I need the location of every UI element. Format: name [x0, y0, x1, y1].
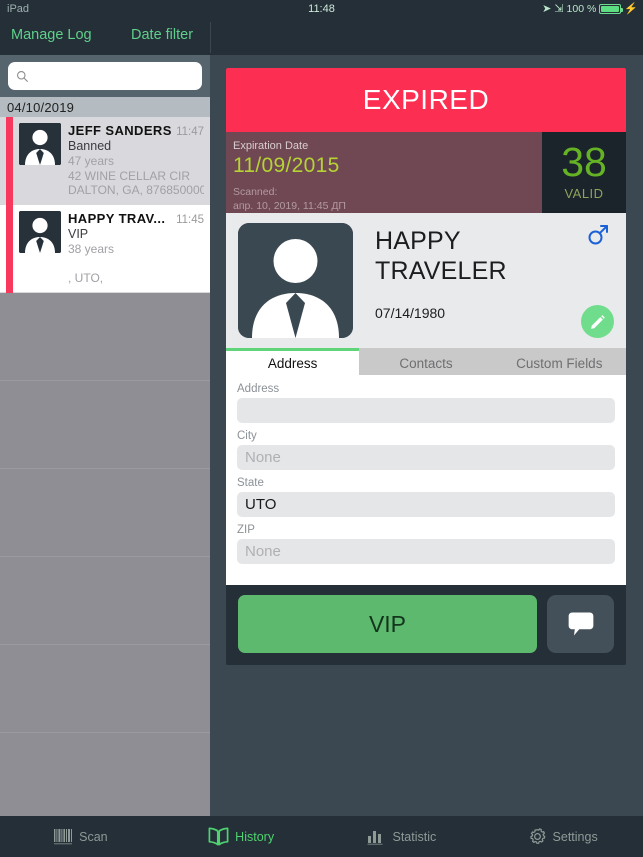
list-item-age: 47 years [68, 154, 115, 168]
male-symbol-icon [588, 225, 608, 245]
tab-scan[interactable]: Scan [0, 828, 161, 846]
list-item[interactable]: JEFF SANDERS 11:47 Banned 47 years 42 WI… [0, 117, 210, 205]
empty-list-area [0, 293, 210, 816]
empty-row [0, 469, 210, 557]
address-fields: Address City State ZIP [226, 375, 626, 585]
address-input[interactable] [237, 398, 615, 423]
tab-scan-label: Scan [79, 829, 108, 844]
valid-label: VALID [564, 185, 604, 201]
tab-statistic[interactable]: Statistic [322, 828, 483, 846]
list-item-address1 [68, 257, 204, 272]
person-photo [238, 223, 353, 338]
person-dob: 07/14/1980 [375, 305, 446, 321]
person-placeholder-icon [238, 223, 353, 338]
search-icon [17, 70, 28, 82]
app-root: iPad 11:48 ➤ ⇲ 100 % ⚡ Manage Log Date f… [0, 0, 643, 857]
nav-bar: Manage Log Date filter [0, 18, 643, 55]
nav-divider [210, 22, 211, 53]
tab-address[interactable]: Address [226, 348, 360, 375]
gear-icon [529, 828, 545, 844]
tab-history[interactable]: History [161, 827, 322, 846]
location-arrow-icon: ➤ [542, 2, 552, 15]
status-indicators: ➤ ⇲ 100 % ⚡ [542, 3, 638, 15]
person-avatar-icon [19, 210, 61, 253]
scanned-label: Scanned: [233, 186, 278, 198]
action-bar: VIP [226, 585, 626, 665]
valid-count: 38 [561, 138, 607, 185]
bottom-tab-bar: Scan History Statistic Settings [0, 816, 643, 857]
expiration-date-label: Expiration Date [233, 140, 309, 152]
tab-settings[interactable]: Settings [482, 827, 643, 846]
list-item-status: Banned [68, 139, 112, 153]
state-input[interactable] [237, 492, 615, 517]
scan-result-card: EXPIRED Expiration Date 11/09/2015 Scann… [226, 68, 626, 665]
search-box[interactable] [8, 62, 202, 90]
detail-tabs: Address Contacts Custom Fields [226, 348, 626, 375]
list-item-meta: 38 years , UTO, [68, 242, 204, 286]
date-filter-button[interactable]: Date filter [131, 27, 193, 43]
battery-icon [599, 4, 624, 14]
person-last-name: TRAVELER [375, 256, 507, 285]
avatar [19, 210, 61, 253]
status-badge: EXPIRED [226, 68, 626, 132]
tab-custom-fields[interactable]: Custom Fields [493, 348, 626, 375]
expiration-row: Expiration Date 11/09/2015 Scanned: апр.… [226, 132, 626, 213]
note-button[interactable] [547, 595, 614, 653]
person-text: HAPPY TRAVELER 07/14/1980 [375, 223, 507, 348]
vip-button[interactable]: VIP [238, 595, 537, 653]
tab-contacts[interactable]: Contacts [359, 348, 492, 375]
bar-chart-icon [367, 830, 383, 845]
manage-log-button[interactable]: Manage Log [11, 27, 92, 43]
avatar [19, 123, 61, 165]
zip-input[interactable] [237, 539, 615, 564]
list-item-address2: , UTO, [68, 271, 104, 286]
expiration-info: Expiration Date 11/09/2015 Scanned: апр.… [226, 132, 542, 213]
tab-settings-label: Settings [552, 829, 598, 844]
list-item-time: 11:47 [176, 126, 204, 138]
person-avatar-icon [19, 123, 61, 165]
list-item-name: JEFF SANDERS [68, 123, 172, 138]
empty-row [0, 557, 210, 645]
person-first-name: HAPPY [375, 227, 461, 255]
list-item-meta: 47 years 42 WINE CELLAR CIR DALTON, GA, … [68, 154, 204, 198]
edit-button[interactable] [581, 305, 614, 338]
zip-field-label: ZIP [237, 524, 255, 536]
pencil-icon [590, 314, 605, 329]
list-item-address2: DALTON, GA, 876850000 [68, 183, 204, 198]
detail-panel: EXPIRED Expiration Date 11/09/2015 Scann… [210, 55, 643, 857]
empty-row [0, 645, 210, 733]
person-header: HAPPY TRAVELER 07/14/1980 [226, 213, 626, 348]
valid-counter: 38 VALID [542, 132, 626, 213]
scanned-value: апр. 10, 2019, 11:45 ДП [233, 200, 346, 213]
tab-history-label: History [235, 829, 275, 844]
empty-row [0, 293, 210, 381]
bluetooth-icon: ⇲ [554, 2, 564, 15]
search-input[interactable] [34, 69, 194, 83]
list-item[interactable]: HAPPY TRAV... 11:45 VIP 38 years , UTO, [0, 204, 210, 293]
state-field-label: State [237, 477, 264, 489]
city-input[interactable] [237, 445, 615, 470]
status-bar: iPad 11:48 ➤ ⇲ 100 % ⚡ [0, 0, 643, 18]
barcode-icon [54, 828, 73, 844]
unread-indicator-bar [6, 117, 13, 293]
history-sidebar: 04/10/2019 JEFF SANDERS 11:47 Banned 47 … [0, 55, 210, 816]
tab-statistic-label: Statistic [392, 829, 437, 844]
list-item-status: VIP [68, 226, 89, 241]
charging-bolt-icon: ⚡ [624, 2, 638, 15]
expiration-date-value: 11/09/2015 [233, 154, 340, 177]
list-item-time: 11:45 [176, 213, 204, 226]
chat-bubble-icon [568, 612, 593, 636]
empty-row [0, 733, 210, 816]
address-field-label: Address [237, 383, 280, 395]
date-group-header: 04/10/2019 [0, 97, 210, 117]
city-field-label: City [237, 430, 257, 442]
scanned-info: Scanned: апр. 10, 2019, 11:45 ДП [233, 185, 542, 213]
battery-percent-label: 100 % [566, 3, 597, 15]
empty-row [0, 381, 210, 469]
book-icon [208, 827, 229, 846]
search-bar-container [0, 55, 210, 97]
list-item-address1: 42 WINE CELLAR CIR [68, 168, 191, 183]
list-item-age: 38 years [68, 241, 115, 256]
list-item-name: HAPPY TRAV... [68, 210, 166, 226]
